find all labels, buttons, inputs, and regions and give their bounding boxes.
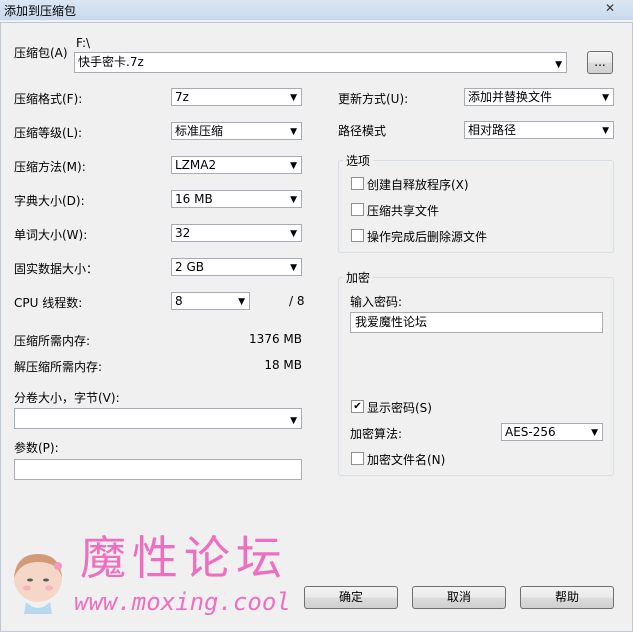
- split-label: 分卷大小，字节(V):: [14, 391, 120, 405]
- encrypt-names-label[interactable]: 加密文件名(N): [367, 451, 445, 468]
- mem-compress-label: 压缩所需内存:: [14, 334, 91, 348]
- password-input[interactable]: 我爱魔性论坛: [350, 312, 603, 333]
- format-select[interactable]: 7z ▼: [171, 88, 302, 106]
- show-password-label[interactable]: 显示密码(S): [367, 399, 432, 416]
- watermark-url: www.moxing.cool: [74, 588, 291, 616]
- split-combo[interactable]: ▼: [14, 408, 302, 429]
- mem-decompress-value: 18 MB: [264, 358, 302, 372]
- threads-value: 8: [175, 294, 183, 308]
- show-password-checkbox[interactable]: ✔: [351, 400, 364, 413]
- chevron-down-icon[interactable]: ▼: [290, 260, 297, 275]
- solid-select[interactable]: 2 GB ▼: [171, 258, 302, 276]
- format-label: 压缩格式(F):: [14, 92, 83, 106]
- chevron-down-icon[interactable]: ▼: [238, 294, 245, 309]
- solid-value: 2 GB: [175, 260, 204, 274]
- chevron-down-icon[interactable]: ▼: [290, 226, 297, 241]
- close-icon[interactable]: ✕: [595, 0, 625, 16]
- title-bar: 添加到压缩包 ✕: [0, 0, 633, 20]
- method-value: LZMA2: [175, 158, 217, 172]
- dict-select[interactable]: 16 MB ▼: [171, 190, 302, 208]
- encryption-method-label: 加密算法:: [350, 427, 403, 441]
- delete-source-label[interactable]: 操作完成后删除源文件: [367, 228, 487, 245]
- watermark-mascot-icon: [8, 548, 68, 614]
- shared-label[interactable]: 压缩共享文件: [367, 202, 439, 219]
- word-value: 32: [175, 226, 191, 240]
- options-group-title: 选项: [343, 152, 374, 169]
- archive-path-prefix: F:\: [76, 36, 91, 50]
- level-label: 压缩等级(L):: [14, 126, 83, 140]
- ok-button[interactable]: 确定: [304, 586, 398, 609]
- shared-checkbox[interactable]: [351, 203, 364, 216]
- threads-select[interactable]: 8 ▼: [171, 292, 250, 310]
- chevron-down-icon[interactable]: ▼: [290, 412, 297, 428]
- chevron-down-icon[interactable]: ▼: [602, 123, 609, 138]
- archive-name-value: 快手密卡.7z: [78, 55, 144, 69]
- chevron-down-icon[interactable]: ▼: [290, 158, 297, 173]
- params-input[interactable]: [14, 459, 302, 480]
- update-label: 更新方式(U):: [338, 92, 409, 106]
- mem-compress-value: 1376 MB: [249, 332, 302, 346]
- chevron-down-icon[interactable]: ▼: [290, 192, 297, 207]
- encryption-group-title: 加密: [343, 269, 374, 286]
- update-select[interactable]: 添加并替换文件 ▼: [464, 88, 614, 106]
- word-label: 单词大小(W):: [14, 228, 88, 242]
- method-label: 压缩方法(M):: [14, 160, 86, 174]
- password-label: 输入密码:: [350, 295, 403, 309]
- delete-source-checkbox[interactable]: [351, 229, 364, 242]
- browse-button[interactable]: ...: [587, 51, 613, 74]
- level-value: 标准压缩: [175, 124, 224, 138]
- path-mode-select[interactable]: 相对路径 ▼: [464, 121, 614, 139]
- word-select[interactable]: 32 ▼: [171, 224, 302, 242]
- chevron-down-icon[interactable]: ▼: [290, 90, 297, 105]
- cancel-button[interactable]: 取消: [412, 586, 506, 609]
- level-select[interactable]: 标准压缩 ▼: [171, 122, 302, 140]
- params-label: 参数(P):: [14, 441, 59, 455]
- threads-label: CPU 线程数:: [14, 296, 83, 310]
- update-value: 添加并替换文件: [468, 90, 553, 104]
- dict-label: 字典大小(D):: [14, 194, 85, 208]
- encryption-method-select[interactable]: AES-256 ▼: [501, 423, 603, 441]
- help-button[interactable]: 帮助: [520, 586, 614, 609]
- archive-label: 压缩包(A): [14, 46, 68, 60]
- method-select[interactable]: LZMA2 ▼: [171, 156, 302, 174]
- dict-value: 16 MB: [175, 192, 213, 206]
- chevron-down-icon[interactable]: ▼: [591, 425, 598, 440]
- mem-decompress-label: 解压缩所需内存:: [14, 360, 103, 374]
- chevron-down-icon[interactable]: ▼: [555, 56, 562, 72]
- window-title: 添加到压缩包: [4, 4, 77, 18]
- format-value: 7z: [175, 90, 189, 104]
- path-mode-value: 相对路径: [468, 123, 517, 137]
- chevron-down-icon[interactable]: ▼: [602, 90, 609, 105]
- encryption-method-value: AES-256: [505, 425, 556, 439]
- archive-name-combo[interactable]: 快手密卡.7z ▼: [74, 52, 567, 73]
- sfx-label[interactable]: 创建自释放程序(X): [367, 176, 469, 193]
- watermark-title: 魔性论坛: [80, 531, 288, 585]
- path-mode-label: 路径模式: [338, 124, 387, 138]
- solid-label: 固实数据大小：: [14, 262, 99, 276]
- sfx-checkbox[interactable]: [351, 177, 364, 190]
- threads-total: / 8: [289, 294, 305, 308]
- chevron-down-icon[interactable]: ▼: [290, 124, 297, 139]
- encrypt-names-checkbox[interactable]: [351, 452, 364, 465]
